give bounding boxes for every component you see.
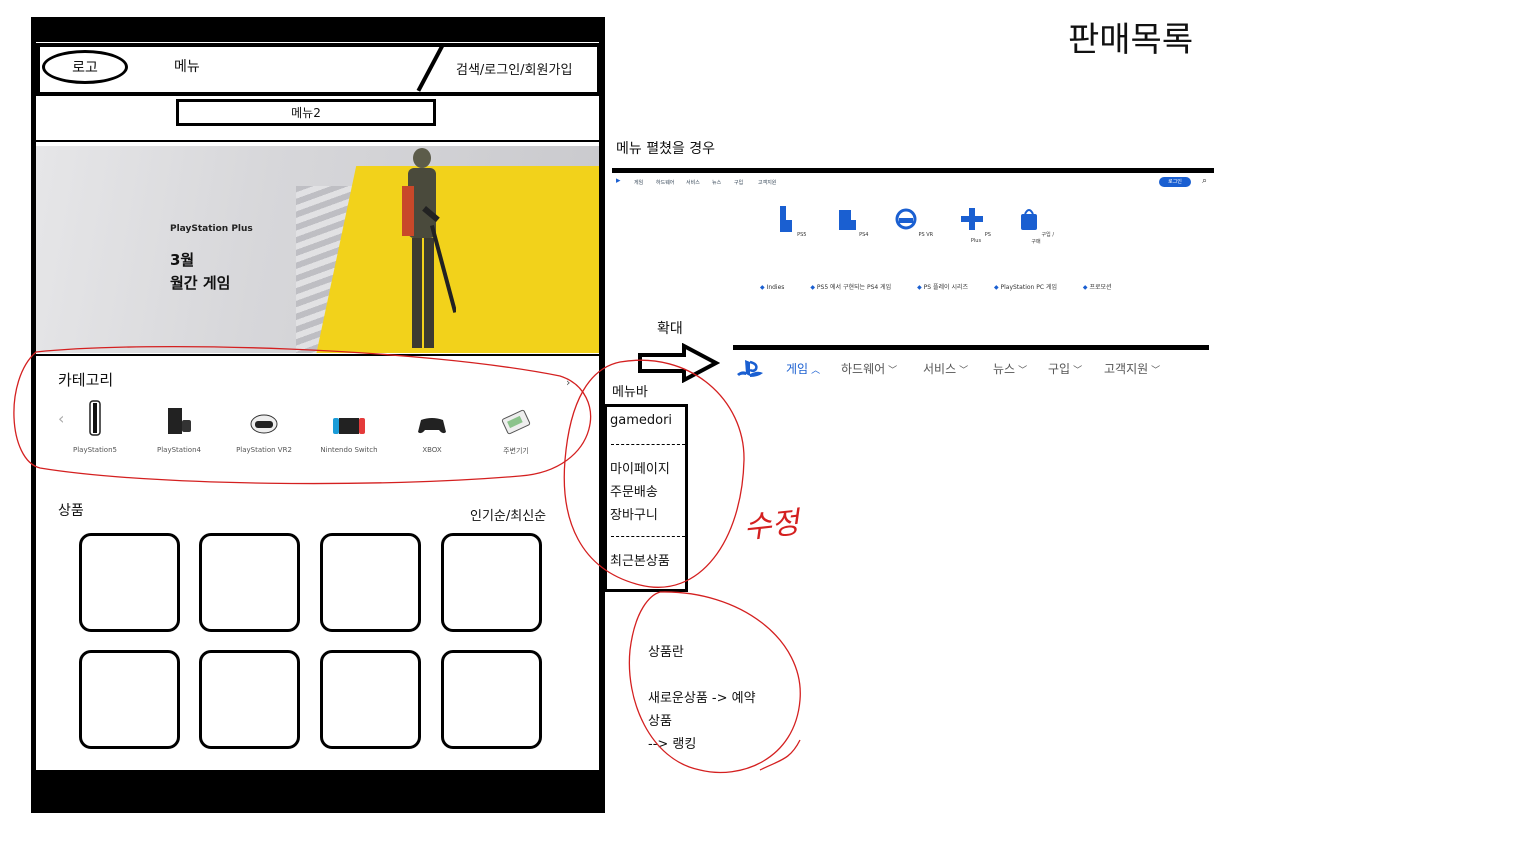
switch-console-icon	[333, 418, 365, 434]
product-slot[interactable]	[441, 650, 542, 749]
mini-nav-item[interactable]: 고객지원	[758, 179, 776, 186]
mini-product-ps5[interactable]: PS5	[770, 206, 810, 238]
banner-subtitle: 월간 게임	[170, 274, 231, 292]
category-item-xbox[interactable]: XBOX	[397, 400, 467, 454]
handwritten-edit-note: 수정	[742, 505, 804, 546]
chevron-down-icon: ﹀	[1151, 366, 1161, 376]
mini-product-ps4[interactable]: PS4	[832, 206, 872, 238]
mini-nav-item[interactable]: 구입	[734, 179, 743, 186]
menubar-divider	[611, 536, 685, 537]
vr-headset-icon	[250, 414, 278, 434]
ps4-console-icon	[168, 408, 191, 434]
page-title: 판매목록	[1068, 20, 1194, 60]
product-slot[interactable]	[199, 650, 300, 749]
menubar-username[interactable]: gamedori	[610, 413, 672, 428]
mini-nav-item[interactable]: 서비스	[686, 179, 700, 186]
mini-product-psplus[interactable]: PS Plus	[956, 206, 996, 244]
chevron-down-icon: ﹀	[888, 366, 898, 376]
category-item-ps5[interactable]: PlayStation5	[60, 400, 130, 454]
mini-link[interactable]: ◆ 프로모션	[1083, 284, 1124, 291]
header-divider-line	[36, 140, 599, 142]
logo[interactable]: 로고	[42, 50, 128, 84]
vr-icon	[895, 208, 917, 230]
product-notes: 상품란 새로운상품 -> 예약 상품 --> 랭킹	[648, 645, 756, 752]
nav-item-news[interactable]: 뉴스 ﹀	[993, 360, 1027, 377]
menubar-recent[interactable]: 최근본상품	[610, 550, 670, 569]
products-sort-toggle[interactable]: 인기순/최신순	[470, 505, 546, 524]
playstation-logo-icon: ▸	[616, 176, 621, 186]
product-slot[interactable]	[320, 533, 421, 632]
nav-item-games[interactable]: 게임 ︿	[786, 360, 820, 377]
menubar-caption: 메뉴바	[612, 385, 648, 400]
menubar-orders[interactable]: 주문배송	[610, 481, 658, 500]
store-bag-icon	[1020, 209, 1037, 230]
nav-item-hardware[interactable]: 하드웨어 ﹀	[841, 360, 897, 377]
category-next-button[interactable]: ›	[566, 376, 570, 389]
arrow-right-icon	[638, 343, 720, 383]
xbox-controller-icon	[418, 418, 446, 434]
mini-link[interactable]: ◆ PS 플레이 시리즈	[917, 284, 980, 291]
mini-nav: ▸ 게임 하드웨어 서비스 뉴스 구입 고객지원 로그인 ⌕	[612, 176, 1214, 188]
mini-link[interactable]: ◆ PlayStation PC 게임	[994, 284, 1069, 291]
mini-login-button[interactable]: 로그인	[1159, 177, 1191, 187]
mini-nav-item[interactable]: 게임	[634, 179, 643, 186]
side-menubar: gamedori 마이페이지 주문배송 장바구니 최근본상품	[604, 404, 688, 592]
ps5-icon	[779, 206, 792, 232]
accessory-icon	[501, 409, 531, 435]
ps-plus-icon	[961, 208, 984, 230]
hero-banner[interactable]: PlayStation Plus 3월 월간 게임	[36, 146, 599, 353]
ps4-icon	[838, 210, 856, 230]
mini-quick-links: ◆ Indies ◆ PS5 에서 구현되는 PS4 게임 ◆ PS 플레이 시…	[760, 282, 1136, 291]
product-slot[interactable]	[199, 533, 300, 632]
nav-item-buy[interactable]: 구입 ﹀	[1048, 360, 1082, 377]
expand-caption: 확대	[657, 321, 683, 337]
menu-open-caption: 메뉴 펼쳤을 경우	[616, 141, 716, 157]
mini-link[interactable]: ◆ PS5 에서 구현되는 PS4 게임	[810, 284, 903, 291]
category-title: 카테고리	[58, 371, 114, 389]
banner-month: 3월	[170, 251, 195, 269]
banner-divider	[36, 354, 599, 356]
category-item-switch[interactable]: Nintendo Switch	[314, 400, 384, 454]
menubar-divider	[611, 444, 685, 445]
chevron-up-icon: ︿	[811, 366, 821, 376]
mini-product-psvr[interactable]: PS VR	[894, 206, 934, 238]
category-item-psvr2[interactable]: PlayStation VR2	[229, 400, 299, 454]
chevron-down-icon: ﹀	[1018, 366, 1028, 376]
menubar-cart[interactable]: 장바구니	[610, 504, 658, 523]
search-login-signup[interactable]: 검색/로그인/회원가입	[456, 59, 572, 78]
search-icon[interactable]: ⌕	[1202, 176, 1207, 186]
mini-link[interactable]: ◆ Indies	[760, 284, 796, 291]
mini-product-store[interactable]: 구입 / 구매	[1016, 206, 1056, 245]
product-slot[interactable]	[441, 533, 542, 632]
banner-brand: PlayStation Plus	[170, 224, 253, 234]
ps5-console-icon	[89, 400, 101, 436]
mini-nav-item[interactable]: 하드웨어	[656, 179, 674, 186]
category-item-ps4[interactable]: PlayStation4	[144, 400, 214, 454]
mini-nav-item[interactable]: 뉴스	[712, 179, 721, 186]
product-slot[interactable]	[79, 650, 180, 749]
products-title: 상품	[58, 503, 84, 519]
menubar-mypage[interactable]: 마이페이지	[610, 458, 670, 477]
menu-preview-bar	[612, 168, 1214, 173]
product-slot[interactable]	[79, 533, 180, 632]
product-slot[interactable]	[320, 650, 421, 749]
playstation-logo-icon[interactable]	[736, 359, 764, 379]
nav-item-support[interactable]: 고객지원 ﹀	[1104, 360, 1160, 377]
menu-link[interactable]: 메뉴	[174, 56, 200, 76]
chevron-down-icon: ﹀	[959, 366, 969, 376]
category-item-accessory[interactable]: 주변기기	[481, 400, 551, 456]
menu2-bar[interactable]: 메뉴2	[176, 99, 436, 126]
nav-item-services[interactable]: 서비스 ﹀	[923, 360, 968, 377]
expanded-nav-bar	[733, 345, 1209, 350]
soldier-illustration	[402, 148, 456, 348]
chevron-down-icon: ﹀	[1073, 366, 1083, 376]
